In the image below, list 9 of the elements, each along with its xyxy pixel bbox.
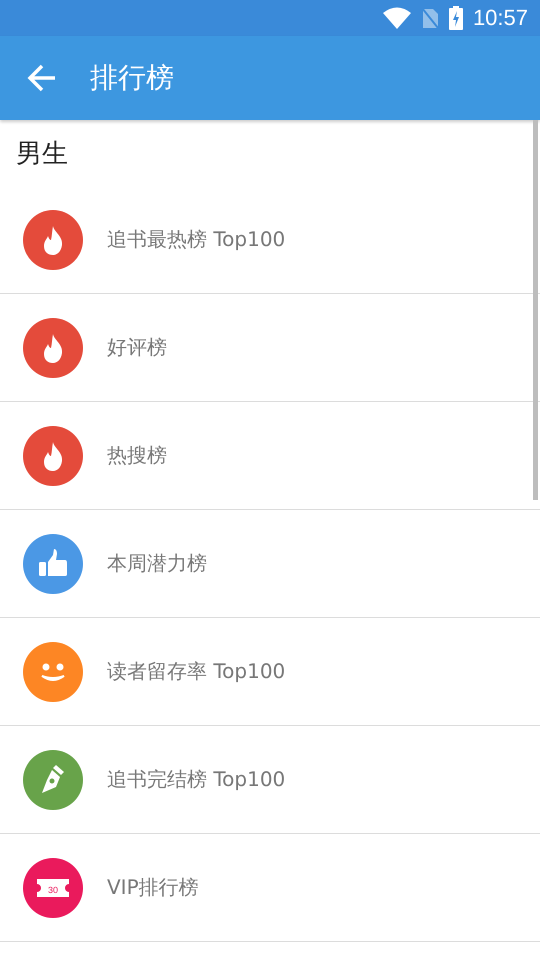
ticket-number: 30: [48, 884, 58, 894]
clock-time: 10:57: [472, 5, 528, 31]
back-button[interactable]: [26, 62, 58, 94]
wifi-icon: [382, 7, 411, 29]
screen-title: 排行榜: [90, 60, 174, 96]
no-sim-icon: [420, 7, 439, 29]
back-arrow-icon: [27, 64, 57, 92]
section-header: 男生: [15, 138, 69, 170]
battery-icon: [448, 6, 463, 30]
